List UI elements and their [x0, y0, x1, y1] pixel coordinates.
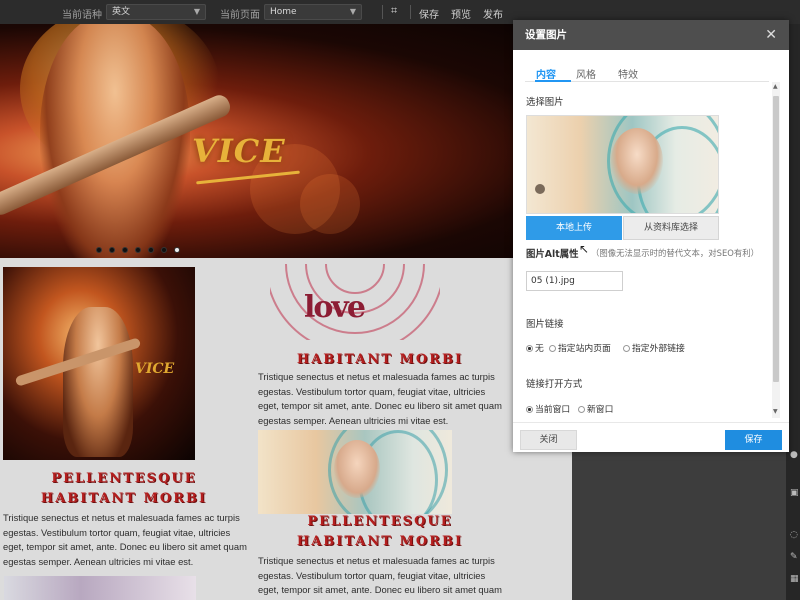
article-text: Tristique senectus et netus et malesuada…: [3, 512, 247, 567]
image-preview: [526, 115, 719, 214]
radio-unchecked: [578, 406, 585, 413]
radio-label: 指定站内页面: [558, 344, 611, 354]
local-upload-button[interactable]: 本地上传: [526, 216, 622, 240]
slider-dot[interactable]: [96, 247, 102, 253]
slider-dot[interactable]: [135, 247, 141, 253]
alt-text-input[interactable]: 05 (1).jpg: [526, 271, 623, 291]
radio-checked: [526, 345, 533, 352]
ball: [535, 184, 545, 194]
slider-dot[interactable]: [161, 247, 167, 253]
figure: [63, 307, 133, 457]
love-logo-text: love: [304, 290, 366, 325]
divider: [410, 5, 411, 19]
image-link-label: 图片链接: [526, 319, 564, 330]
article-heading: HABITANT MORBI: [40, 491, 208, 506]
article-heading: PELLENTESQUE: [51, 471, 197, 486]
image-logo: VICE: [135, 361, 175, 377]
article-image-left[interactable]: VICE: [3, 267, 195, 460]
article-heading: PELLENTESQUE: [307, 514, 453, 529]
radio-checked: [526, 406, 533, 413]
radio-label: 新窗口: [587, 405, 614, 415]
chevron-down-icon: ▼: [193, 7, 200, 16]
article-heading: HABITANT MORBI: [296, 352, 464, 367]
face: [334, 440, 380, 498]
article-text: Tristique senectus et netus et malesuada…: [258, 555, 502, 600]
image-settings-dialog: 设置图片 ✕ 内容 风格 特效 选择图片 本地上传 从资料库选择 ↖ 图片Alt…: [513, 20, 789, 452]
close-icon[interactable]: ✕: [765, 20, 777, 50]
dialog-header: 设置图片 ✕: [513, 20, 789, 50]
dialog-scrollbar[interactable]: ▲ ▼: [772, 82, 780, 418]
alt-attribute-label: 图片Alt属性: [526, 249, 579, 260]
radio-label: 指定外部链接: [632, 344, 685, 354]
select-image-label: 选择图片: [526, 97, 564, 108]
link-option-external[interactable]: 指定外部链接: [623, 341, 685, 354]
open-option-current[interactable]: 当前窗口: [526, 402, 570, 415]
banner-logo: VICE: [192, 132, 286, 170]
slider-dot[interactable]: [109, 247, 115, 253]
language-select[interactable]: 英文 ▼: [106, 4, 206, 20]
slider-dot[interactable]: [148, 247, 154, 253]
radio-label: 无: [535, 344, 544, 354]
page-label: 当前页面: [220, 10, 260, 21]
slider-dot-active[interactable]: [174, 247, 180, 253]
bokeh-light: [300, 174, 360, 234]
tab-content[interactable]: 内容: [536, 66, 556, 81]
radio-label: 当前窗口: [535, 405, 571, 415]
slider-dots: [96, 242, 187, 253]
divider: [382, 5, 383, 19]
page-select[interactable]: Home ▼: [264, 4, 362, 20]
alt-attribute-hint: （图像无法显示时的替代文本，对SEO有利）: [591, 248, 759, 258]
article-image-middle[interactable]: [258, 430, 452, 514]
radio-unchecked: [549, 345, 556, 352]
trash-icon[interactable]: ▣: [790, 488, 800, 498]
crop-icon[interactable]: ⌗: [391, 4, 397, 18]
slider-dot[interactable]: [122, 247, 128, 253]
page-select-value: Home: [270, 7, 297, 17]
dialog-title: 设置图片: [525, 29, 567, 41]
chat-icon[interactable]: ◌: [790, 530, 800, 540]
save-link[interactable]: 保存: [419, 6, 439, 21]
article-heading: HABITANT MORBI: [296, 534, 464, 549]
library-select-button[interactable]: 从资料库选择: [623, 216, 719, 240]
open-mode-label: 链接打开方式: [526, 379, 583, 390]
dialog-tabs: 内容 风格 特效: [525, 64, 769, 82]
tab-effects[interactable]: 特效: [618, 66, 638, 81]
radio-unchecked: [623, 345, 630, 352]
grid-icon[interactable]: ▦: [790, 574, 800, 584]
language-select-value: 英文: [112, 7, 131, 17]
chevron-down-icon: ▼: [349, 7, 356, 16]
dialog-footer: 关闭 保存: [513, 422, 789, 452]
save-button[interactable]: 保存: [725, 430, 782, 450]
article-image-bottom[interactable]: [4, 576, 196, 600]
close-button[interactable]: 关闭: [520, 430, 577, 450]
link-option-internal[interactable]: 指定站内页面: [549, 341, 611, 354]
scrollbar-thumb[interactable]: [773, 96, 779, 382]
page-canvas: VICE VICE love HABITANT MORBI Tristique …: [0, 24, 572, 600]
love-logo-image[interactable]: love: [270, 264, 440, 340]
hero-banner[interactable]: VICE: [0, 24, 572, 258]
active-tab-indicator: [535, 80, 571, 82]
scroll-down-icon[interactable]: ▼: [773, 408, 778, 415]
language-label: 当前语种: [62, 10, 102, 21]
article-text: Tristique senectus et netus et malesuada…: [258, 371, 502, 426]
mouse-cursor-icon: ↖: [579, 242, 590, 256]
scroll-up-icon[interactable]: ▲: [773, 83, 778, 90]
open-option-new[interactable]: 新窗口: [578, 402, 613, 415]
user-icon[interactable]: ●: [790, 450, 800, 460]
face: [611, 128, 663, 194]
link-option-none[interactable]: 无: [526, 341, 544, 354]
publish-link[interactable]: 发布: [483, 6, 503, 21]
tab-style[interactable]: 风格: [576, 66, 596, 81]
preview-link[interactable]: 预览: [451, 6, 471, 21]
edit-icon[interactable]: ✎: [790, 552, 800, 562]
